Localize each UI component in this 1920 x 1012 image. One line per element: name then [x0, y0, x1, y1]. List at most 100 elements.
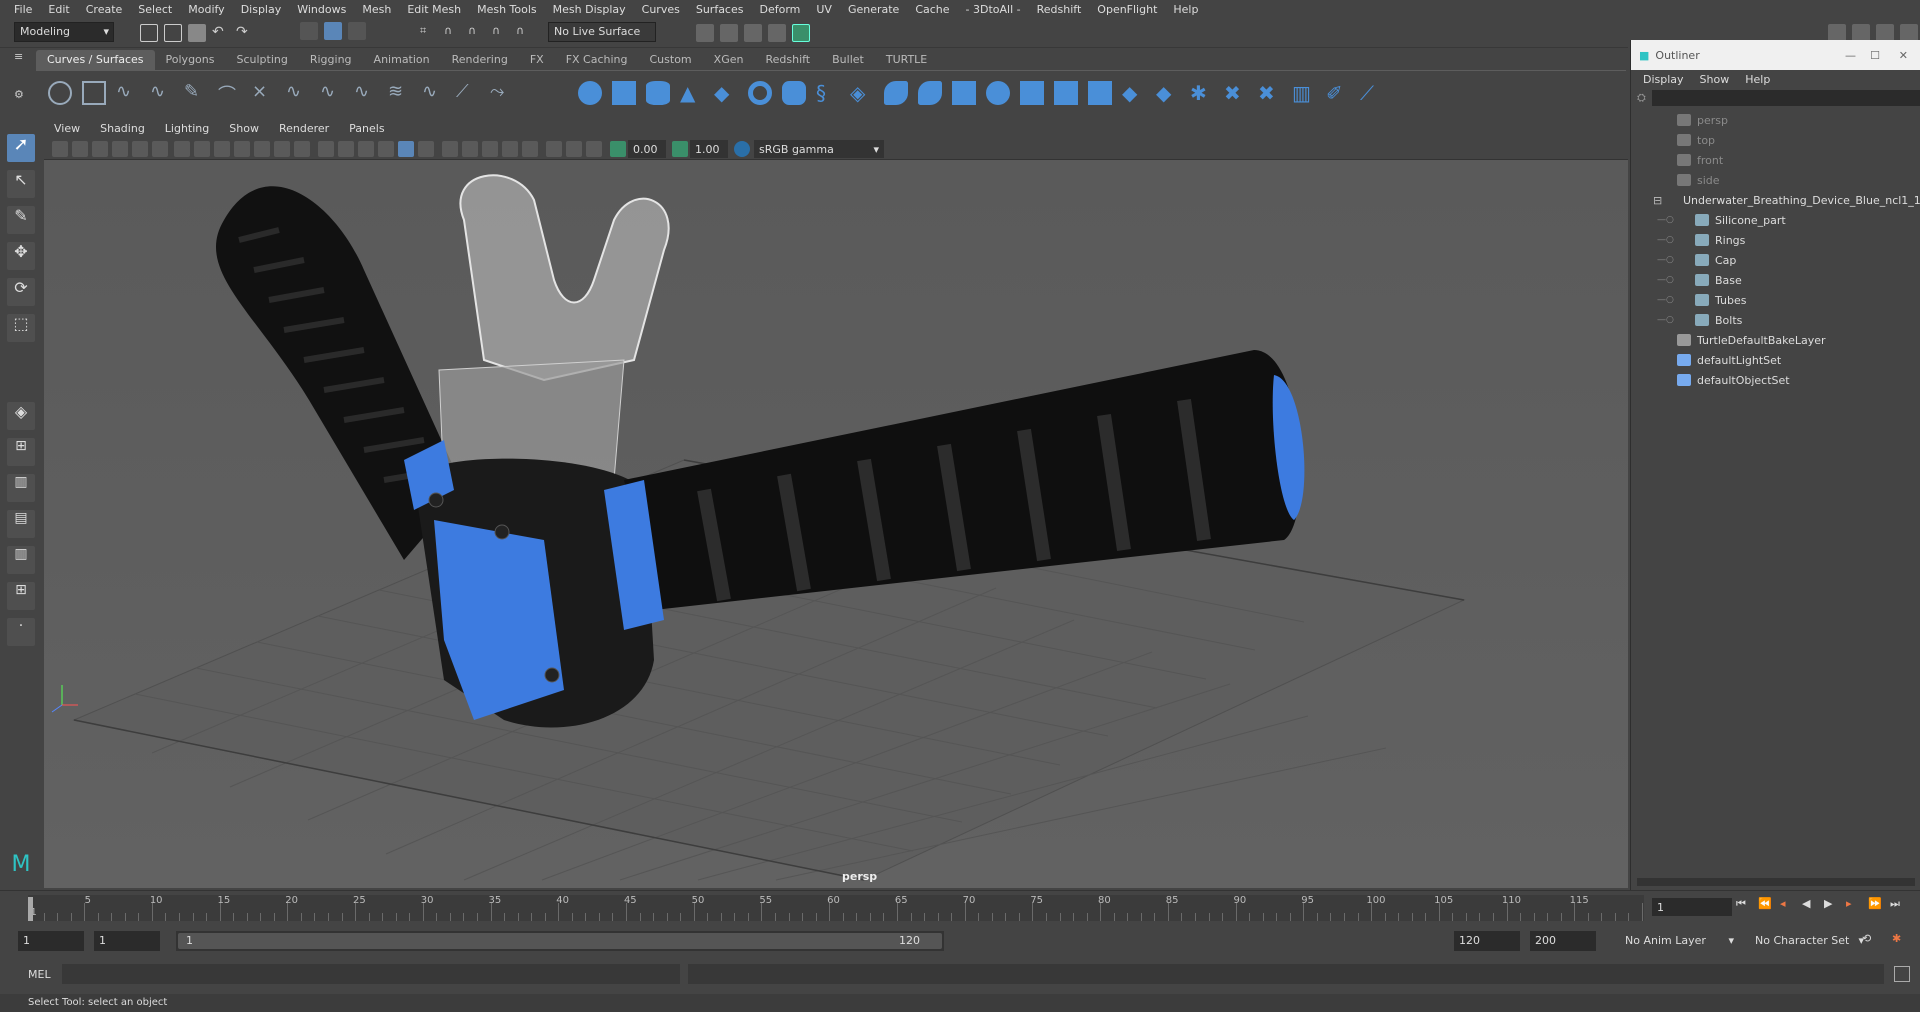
- range-slider-track[interactable]: 1 120: [176, 931, 944, 951]
- rebuild-surface-icon[interactable]: ▥: [1292, 81, 1316, 105]
- save-scene-icon[interactable]: [188, 24, 206, 42]
- snap-view-icon[interactable]: ∩: [492, 24, 510, 42]
- shelf-tab[interactable]: Rigging: [299, 50, 363, 70]
- menu-item[interactable]: Mesh Tools: [469, 3, 545, 16]
- render-settings-icon[interactable]: [744, 24, 762, 42]
- outliner-item[interactable]: —○ Base: [1631, 270, 1920, 290]
- open-scene-icon[interactable]: [164, 24, 182, 42]
- menu-item[interactable]: Generate: [840, 3, 907, 16]
- cv-curve-tool-icon[interactable]: ∿: [116, 81, 140, 105]
- nurbs-sphere-icon[interactable]: [578, 81, 602, 105]
- playback-start-field[interactable]: 1: [94, 931, 160, 951]
- play-backward-icon[interactable]: ◀: [1802, 897, 1818, 913]
- play-forward-icon[interactable]: ▶: [1824, 897, 1840, 913]
- outliner-item[interactable]: —○ Silicone_part: [1631, 210, 1920, 230]
- shelf-settings-gear-icon[interactable]: ⚙: [14, 88, 28, 102]
- nurbs-square-icon[interactable]: [82, 81, 106, 105]
- nurbs-circle-icon[interactable]: [48, 81, 72, 105]
- shelf-tab[interactable]: FX Caching: [555, 50, 639, 70]
- gate-mask-icon[interactable]: [234, 141, 250, 157]
- 2d-pan-zoom-icon[interactable]: [132, 141, 148, 157]
- menu-item[interactable]: Edit Mesh: [399, 3, 469, 16]
- project-curve-icon[interactable]: [1088, 81, 1112, 105]
- menu-item[interactable]: Modify: [180, 3, 232, 16]
- multisample-aa-icon[interactable]: [482, 141, 498, 157]
- grease-pencil-icon[interactable]: [152, 141, 168, 157]
- menu-item[interactable]: Display: [233, 3, 290, 16]
- auto-key-icon[interactable]: ⟲: [1862, 932, 1878, 948]
- menu-item[interactable]: Select: [130, 3, 180, 16]
- snap-curve-icon[interactable]: ∩: [444, 24, 462, 42]
- select-by-hierarchy-icon[interactable]: [300, 22, 318, 40]
- current-frame-field[interactable]: 1: [1652, 898, 1732, 916]
- new-scene-icon[interactable]: [140, 24, 158, 42]
- menu-item[interactable]: Surfaces: [688, 3, 752, 16]
- menu-item[interactable]: Mesh: [354, 3, 399, 16]
- menu-item[interactable]: Redshift: [1029, 3, 1090, 16]
- paint-select-tool-icon[interactable]: ✎: [7, 206, 35, 234]
- textured-icon[interactable]: [378, 141, 394, 157]
- ipr-render-icon[interactable]: [720, 24, 738, 42]
- shelf-tab[interactable]: Redshift: [754, 50, 821, 70]
- wireframe-icon[interactable]: [318, 141, 334, 157]
- animation-end-field[interactable]: 200: [1530, 931, 1596, 951]
- outliner-item[interactable]: top: [1631, 130, 1920, 150]
- undo-icon[interactable]: ↶: [212, 24, 230, 42]
- field-chart-icon[interactable]: [254, 141, 270, 157]
- insert-knot-icon[interactable]: ∿: [320, 81, 344, 105]
- step-back-key-icon[interactable]: ⏪: [1758, 897, 1774, 913]
- offset-curve-icon[interactable]: ≋: [388, 81, 412, 105]
- range-slider-handle[interactable]: 1 120: [178, 933, 942, 949]
- menu-item[interactable]: Curves: [634, 3, 688, 16]
- birail-icon[interactable]: [918, 81, 942, 105]
- screen-space-ao-icon[interactable]: [442, 141, 458, 157]
- color-management-icon[interactable]: [734, 141, 750, 157]
- close-icon[interactable]: ✕: [1899, 49, 1908, 62]
- filter-icon[interactable]: ⛭: [1637, 91, 1646, 105]
- arc-tool-icon[interactable]: ⌒: [218, 81, 242, 106]
- scale-tool-icon[interactable]: ⬚: [7, 314, 35, 342]
- detach-curves-icon[interactable]: ∿: [286, 81, 310, 105]
- menu-item[interactable]: Create: [78, 3, 131, 16]
- time-ruler[interactable]: 1 5 10 15 20 25 30 35 40 45 50 55 60 65 70 75 80 85 90 95 10…: [28, 895, 1644, 921]
- depth-of-field-icon[interactable]: [502, 141, 518, 157]
- planar-icon[interactable]: ◈: [850, 81, 874, 105]
- gamma-field[interactable]: 1.00: [690, 140, 728, 158]
- exposure-icon[interactable]: [610, 141, 626, 157]
- single-perspective-layout-icon[interactable]: ◈: [7, 402, 35, 430]
- xray-icon[interactable]: [546, 141, 562, 157]
- intersect-icon[interactable]: [1054, 81, 1078, 105]
- menu-item[interactable]: - 3DtoAll -: [958, 3, 1029, 16]
- character-set-dropdown[interactable]: No Character Set ▾: [1750, 931, 1868, 951]
- bevel-plus-icon[interactable]: [952, 81, 976, 105]
- menu-item[interactable]: UV: [808, 3, 840, 16]
- menu-item[interactable]: Mesh Display: [545, 3, 634, 16]
- camera-select-icon[interactable]: [52, 141, 68, 157]
- lasso-tool-icon[interactable]: ↖: [7, 170, 35, 198]
- command-input[interactable]: [62, 964, 680, 984]
- square-surface-icon[interactable]: [1020, 81, 1044, 105]
- menu-item[interactable]: Cache: [907, 3, 957, 16]
- motion-blur-icon[interactable]: [462, 141, 478, 157]
- untrim-icon[interactable]: ◆: [1156, 81, 1180, 105]
- shelf-tab[interactable]: Animation: [363, 50, 441, 70]
- nurbs-cube-icon[interactable]: [612, 81, 636, 105]
- render-current-icon[interactable]: [696, 24, 714, 42]
- outliner-item[interactable]: —○ Tubes: [1631, 290, 1920, 310]
- shelf-tab[interactable]: Bullet: [821, 50, 875, 70]
- shelf-tab[interactable]: FX: [519, 50, 555, 70]
- shelf-tab[interactable]: Custom: [639, 50, 703, 70]
- boundary-icon[interactable]: [986, 81, 1010, 105]
- hypershade-layout-icon[interactable]: ▥: [7, 546, 35, 574]
- panel-menu-item[interactable]: Shading: [90, 122, 155, 135]
- command-language-label[interactable]: MEL: [28, 968, 51, 981]
- open-close-surface-icon[interactable]: ✖: [1258, 81, 1282, 105]
- step-forward-frame-icon[interactable]: ▸: [1846, 897, 1862, 913]
- select-by-object-icon[interactable]: [324, 22, 342, 40]
- panel-menu-item[interactable]: View: [44, 122, 90, 135]
- time-slider[interactable]: 1 5 10 15 20 25 30 35 40 45 50 55 60 65 70 75 80 85 90 95 10…: [0, 890, 1920, 924]
- bookmark-icon[interactable]: [92, 141, 108, 157]
- menu-item[interactable]: Help: [1165, 3, 1206, 16]
- snap-surface-icon[interactable]: ∩: [516, 24, 534, 42]
- step-back-frame-icon[interactable]: ◂: [1780, 897, 1796, 913]
